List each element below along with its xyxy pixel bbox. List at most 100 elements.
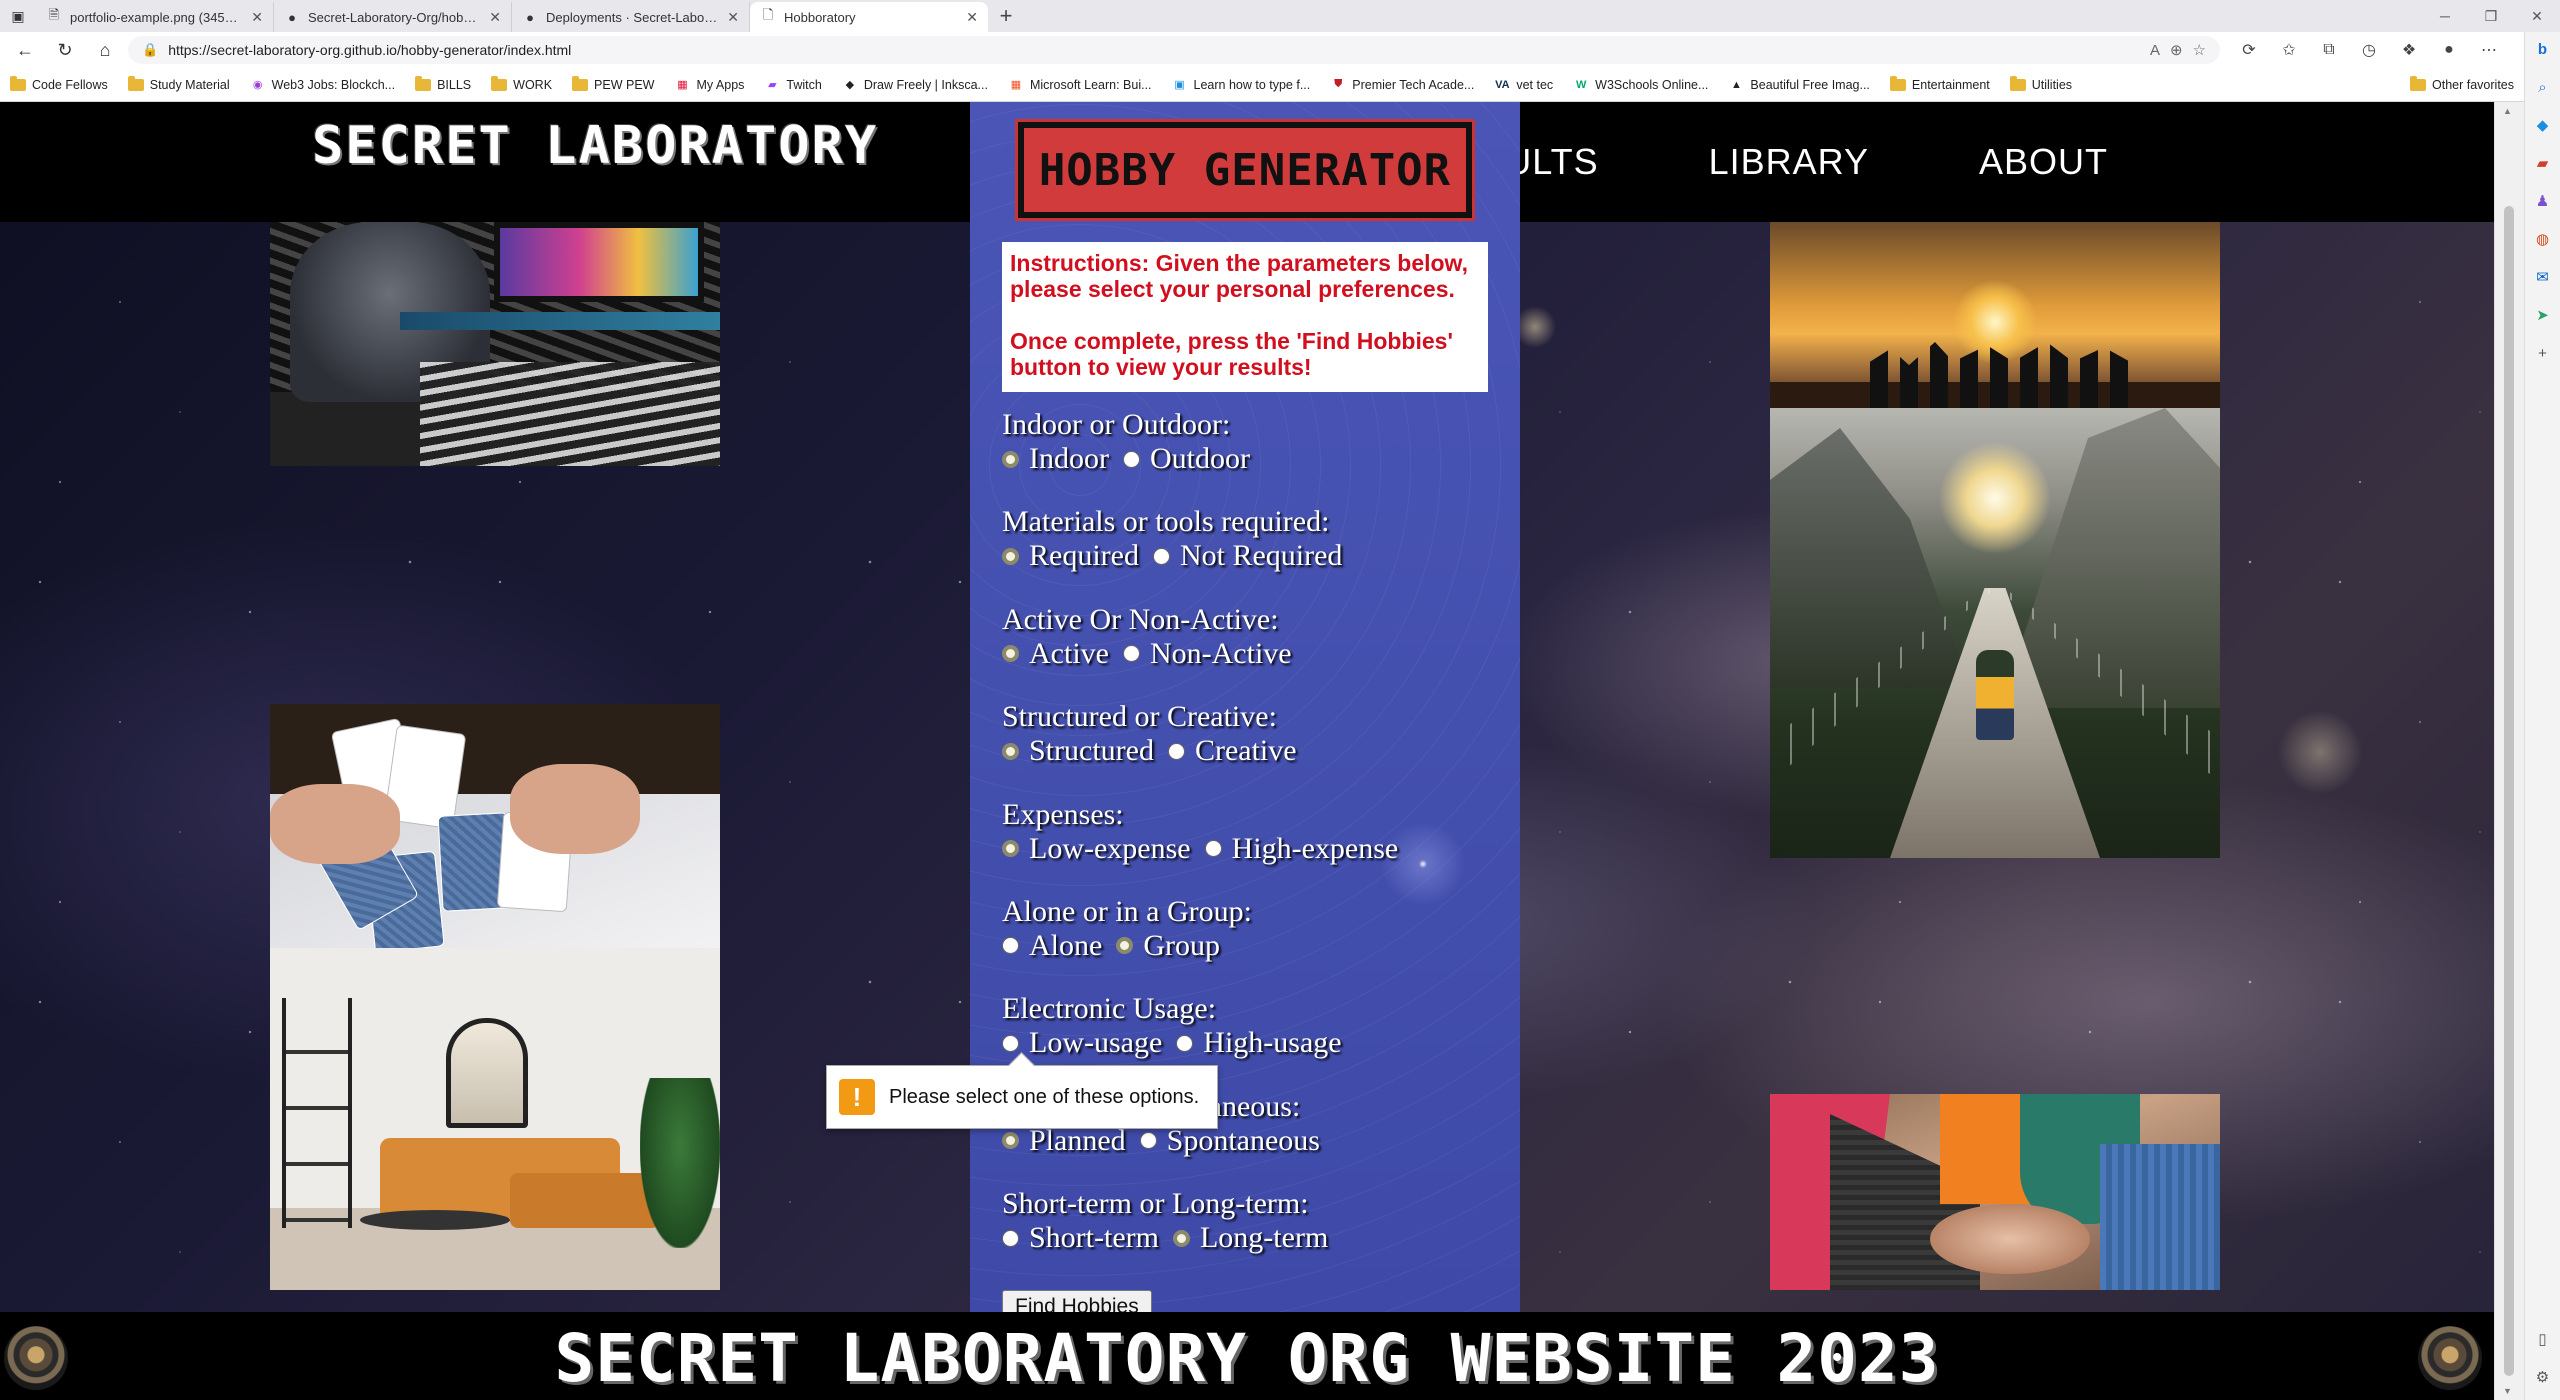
bookmark-item[interactable]: ▦ Microsoft Learn: Bui... <box>1008 78 1152 92</box>
radio-option[interactable]: Short-term <box>1002 1221 1159 1255</box>
tab-title: portfolio-example.png (3456×9… <box>70 9 244 25</box>
zoom-icon[interactable]: ⊕ <box>2170 41 2183 59</box>
radio-option[interactable]: Creative <box>1167 734 1297 768</box>
browser-tab[interactable]: ● Deployments · Secret-Laboratory… ✕ <box>512 2 750 32</box>
new-tab-button[interactable]: + <box>988 0 1024 32</box>
radio-button[interactable] <box>1002 1229 1019 1247</box>
radio-button[interactable] <box>1139 1132 1157 1150</box>
drop-icon[interactable]: ➤ <box>2530 302 2556 328</box>
radio-button[interactable] <box>1122 645 1140 663</box>
radio-button[interactable] <box>1002 1034 1019 1052</box>
radio-button[interactable] <box>1002 450 1019 468</box>
home-icon[interactable]: ⌂ <box>88 35 122 65</box>
bookmark-item[interactable]: PEW PEW <box>572 75 654 92</box>
radio-button[interactable] <box>1002 547 1019 565</box>
bookmark-item[interactable]: ▰ Twitch <box>764 78 822 92</box>
bookmark-item[interactable]: ◆ Draw Freely | Inksca... <box>842 78 988 92</box>
radio-option[interactable]: Indoor <box>1002 442 1109 476</box>
radio-button[interactable] <box>1152 547 1170 565</box>
shopping-tag-icon[interactable]: ◆ <box>2530 112 2556 138</box>
bookmark-item[interactable]: ⛊ Premier Tech Acade... <box>1330 78 1474 92</box>
tools-icon[interactable]: ▰ <box>2530 150 2556 176</box>
close-tab-icon[interactable]: ✕ <box>489 9 501 26</box>
radio-option[interactable]: Long-term <box>1172 1221 1328 1255</box>
radio-option[interactable]: High-expense <box>1204 832 1398 866</box>
radio-button[interactable] <box>1002 645 1019 663</box>
bookmark-item[interactable]: WORK <box>491 75 552 92</box>
bookmark-item[interactable]: ▲ Beautiful Free Imag... <box>1728 78 1870 92</box>
radio-button[interactable] <box>1122 450 1140 468</box>
radio-button[interactable] <box>1002 1132 1019 1150</box>
radio-option[interactable]: Outdoor <box>1122 442 1250 476</box>
browser-tab-active[interactable]: 🗋 Hobboratory ✕ <box>750 2 988 32</box>
settings-gear-icon[interactable]: ⚙ <box>2530 1364 2556 1390</box>
read-aloud-icon[interactable]: A <box>2150 42 2160 59</box>
more-menu-icon[interactable]: ⋯ <box>2472 35 2506 65</box>
nav-about[interactable]: ABOUT <box>1979 141 2108 183</box>
lock-icon[interactable]: 🔒 <box>142 42 158 58</box>
radio-option[interactable]: Structured <box>1002 734 1154 768</box>
history-icon[interactable]: ◷ <box>2352 35 2386 65</box>
bookmark-item[interactable]: ▣ Learn how to type f... <box>1172 78 1310 92</box>
outlook-icon[interactable]: ✉ <box>2530 264 2556 290</box>
close-tab-icon[interactable]: ✕ <box>251 9 263 26</box>
bookmark-item[interactable]: BILLS <box>415 75 471 92</box>
other-favorites[interactable]: Other favorites <box>2410 75 2514 92</box>
radio-button[interactable] <box>1172 1229 1190 1247</box>
scroll-down-icon[interactable]: ▼ <box>2503 1386 2512 1396</box>
radio-option[interactable]: Active <box>1002 637 1109 671</box>
close-tab-icon[interactable]: ✕ <box>966 9 978 26</box>
radio-option[interactable]: High-usage <box>1176 1026 1342 1060</box>
collections-icon[interactable]: ⧉ <box>2312 35 2346 65</box>
scrollbar-thumb[interactable] <box>2504 206 2514 1376</box>
radio-button[interactable] <box>1204 840 1222 858</box>
add-sidebar-icon[interactable]: + <box>2530 340 2556 366</box>
search-icon[interactable]: ⌕ <box>2530 74 2556 100</box>
close-window-icon[interactable]: ✕ <box>2514 0 2560 32</box>
bookmark-item[interactable]: Utilities <box>2009 75 2072 92</box>
bookmark-item[interactable]: ▦ My Apps <box>674 78 744 92</box>
radio-option[interactable]: Low-usage <box>1002 1026 1162 1060</box>
radio-button[interactable] <box>1002 937 1019 955</box>
bookmark-item[interactable]: Study Material <box>127 75 230 92</box>
radio-button[interactable] <box>1116 937 1134 955</box>
split-screen-icon[interactable]: ▯ <box>2530 1326 2556 1352</box>
favorite-star-icon[interactable]: ☆ <box>2193 41 2206 59</box>
browser-tab[interactable]: 🗎 portfolio-example.png (3456×9… ✕ <box>36 2 274 32</box>
radio-option[interactable]: Non-Active <box>1122 637 1292 671</box>
bookmark-item[interactable]: Entertainment <box>1889 75 1990 92</box>
bookmark-item[interactable]: W W3Schools Online... <box>1573 78 1708 92</box>
browser-tab[interactable]: ● Secret-Laboratory-Org/hobby-g… ✕ <box>274 2 512 32</box>
profile-avatar-icon[interactable]: ● <box>2432 35 2466 65</box>
bookmark-item[interactable]: ◉ Web3 Jobs: Blockch... <box>250 78 395 92</box>
radio-button[interactable] <box>1167 742 1185 760</box>
minimize-icon[interactable]: ─ <box>2422 0 2468 32</box>
radio-option[interactable]: Alone <box>1002 929 1102 963</box>
radio-button[interactable] <box>1002 742 1019 760</box>
scroll-up-icon[interactable]: ▲ <box>2503 106 2512 116</box>
radio-option[interactable]: Low-expense <box>1002 832 1191 866</box>
games-icon[interactable]: ♟ <box>2530 188 2556 214</box>
extensions-icon[interactable]: ⟳ <box>2232 35 2266 65</box>
radio-button[interactable] <box>1176 1034 1194 1052</box>
back-icon[interactable]: ← <box>8 35 42 65</box>
url-text[interactable]: https://secret-laboratory-org.github.io/… <box>168 42 2140 58</box>
radio-option[interactable]: Group <box>1116 929 1220 963</box>
page-scrollbar[interactable]: ▲ ▼ <box>2494 102 2524 1400</box>
close-tab-icon[interactable]: ✕ <box>727 9 739 26</box>
site-logo[interactable]: SECRET LABORATORY <box>312 116 878 176</box>
tab-actions-icon[interactable]: ▣ <box>0 0 36 32</box>
favorites-icon[interactable]: ✩ <box>2272 35 2306 65</box>
nav-library[interactable]: LIBRARY <box>1709 141 1869 183</box>
radio-option[interactable]: Required <box>1002 539 1139 573</box>
bing-copilot-icon[interactable]: b <box>2530 36 2556 62</box>
refresh-icon[interactable]: ↻ <box>48 35 82 65</box>
radio-button[interactable] <box>1002 840 1019 858</box>
bookmark-item[interactable]: Code Fellows <box>10 75 108 92</box>
restore-icon[interactable]: ❐ <box>2468 0 2514 32</box>
bookmark-item[interactable]: VA vet tec <box>1494 78 1553 92</box>
radio-option[interactable]: Not Required <box>1152 539 1342 573</box>
address-bar[interactable]: 🔒 https://secret-laboratory-org.github.i… <box>128 36 2220 64</box>
office-icon[interactable]: ◍ <box>2530 226 2556 252</box>
extension-puzzle-icon[interactable]: ❖ <box>2392 35 2426 65</box>
